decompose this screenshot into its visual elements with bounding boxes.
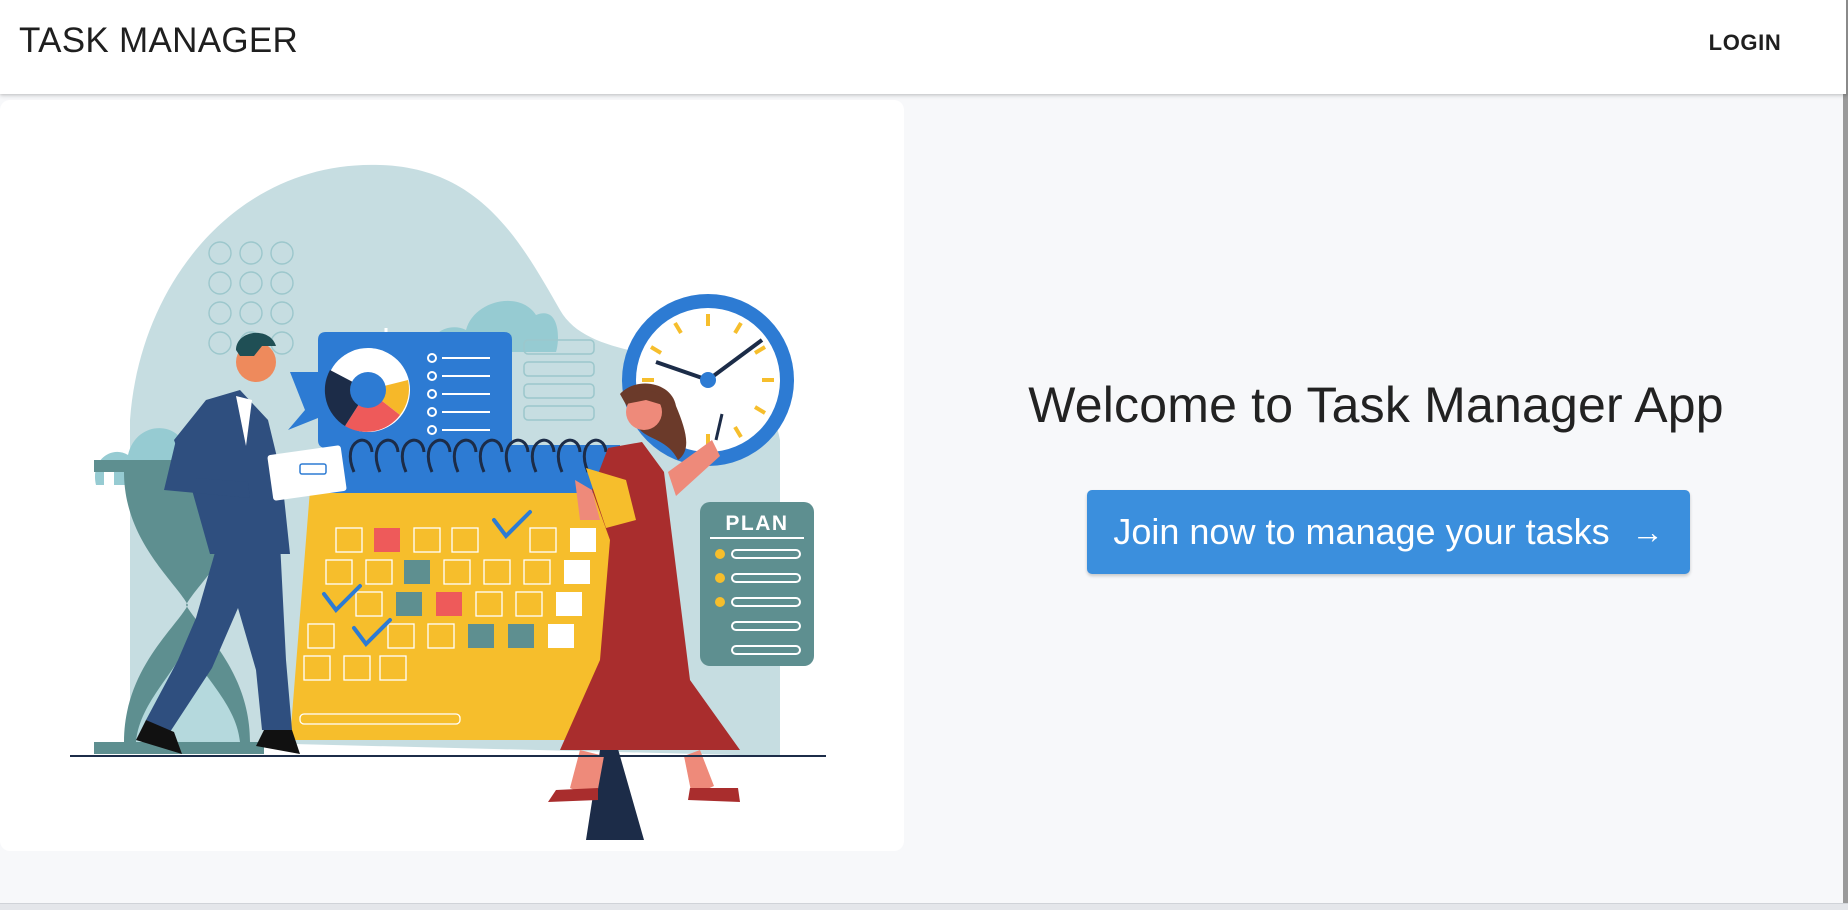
arrow-right-icon: → <box>1631 513 1664 550</box>
app-title: TASK MANAGER <box>19 21 299 60</box>
welcome-heading: Welcome to Task Manager App <box>1028 377 1724 433</box>
app-header: TASK MANAGER LOGIN <box>0 0 1848 94</box>
join-now-button[interactable]: Join now to manage your tasks → <box>1087 490 1690 574</box>
window-scrollbar-edge <box>1843 94 1848 910</box>
plan-checklist-icon: PLAN <box>700 502 814 666</box>
join-now-label: Join now to manage your tasks <box>1113 511 1610 552</box>
bottom-edge <box>0 903 1848 910</box>
clock-icon <box>622 294 794 466</box>
login-button[interactable]: LOGIN <box>1690 22 1800 64</box>
plan-label: PLAN <box>725 512 788 535</box>
task-management-illustration: PLAN <box>70 164 826 840</box>
illustration-card: PLAN <box>0 100 904 851</box>
